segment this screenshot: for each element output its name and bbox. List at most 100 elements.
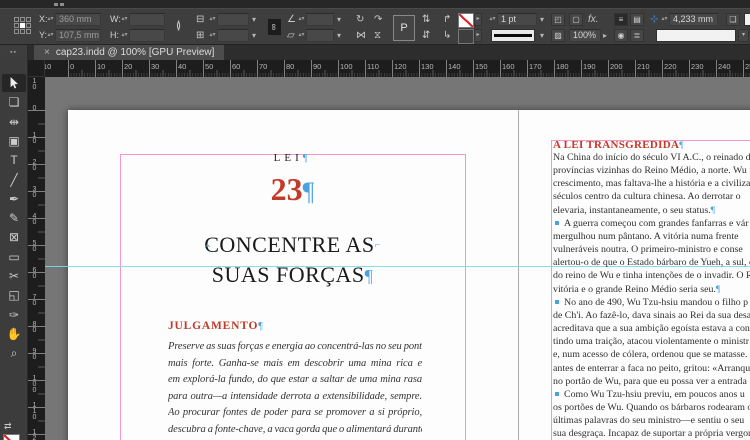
tab-close-icon[interactable]: × [44, 45, 50, 60]
scale-x-field[interactable] [217, 13, 249, 26]
stroke-color-none-swatch[interactable] [458, 13, 474, 28]
left-page-body-text[interactable]: Preserve as suas forças e energia ao con… [168, 339, 422, 439]
swatch-preview[interactable] [744, 13, 750, 26]
text-wrap-bounding-icon[interactable]: ▤ [630, 13, 644, 26]
text-line: crescimento, mas faltava-lhe a história … [553, 178, 750, 190]
text-line: sua desgraça. Incapaz de suportar a próp… [553, 428, 750, 440]
tools-panel-header[interactable]: ▪▪ [0, 45, 28, 60]
scale-y-dropdown-icon[interactable]: ▾ [252, 29, 256, 42]
ruler-label: 70 [31, 294, 38, 306]
effects-fx-icon[interactable]: fx. [588, 13, 599, 26]
gap-stepper[interactable]: ▴▾ [661, 13, 668, 26]
swap-fill-stroke-icon[interactable]: ⇄ [4, 421, 12, 432]
tab-title: cap23.indd @ 100% [GPU Preview] [55, 47, 215, 58]
no-text-wrap-icon[interactable]: ≡ [614, 13, 628, 26]
free-transform-tool[interactable]: ◱ [2, 286, 26, 304]
stroke-color-expand-button[interactable]: ▸ [474, 13, 482, 26]
stroke-weight-stepper[interactable]: ▴▾ [489, 13, 496, 26]
horizontal-ruler[interactable]: 10 0 10 20 30 40 50 60 70 80 90 100 110 120 130 140 150 1… [45, 60, 750, 77]
corner-shape-icon[interactable]: ▢ [569, 13, 583, 26]
type-tool[interactable]: T [2, 151, 26, 169]
scissors-tool[interactable]: ✂ [2, 267, 26, 285]
rectangle-frame-tool[interactable]: ⊠ [2, 228, 26, 246]
flip-along-icon[interactable]: ⇵ [422, 29, 430, 42]
opacity-expand-icon[interactable]: ▸ [603, 29, 607, 42]
h-stepper[interactable]: ▴▾ [121, 29, 128, 42]
ruler-label: 0 [70, 62, 75, 71]
vertical-ruler[interactable]: 10 0 10 20 30 40 50 60 70 80 90 100 110 120 [28, 77, 45, 440]
width-field[interactable] [129, 13, 165, 26]
gap-tool[interactable]: ⇹ [2, 113, 26, 131]
ruler-corner[interactable] [28, 60, 45, 77]
flip-horizontal-icon[interactable]: ⋈ [356, 29, 366, 42]
preset-dropdown-icon[interactable]: ▾ [738, 29, 749, 42]
scale-y-field[interactable] [217, 29, 249, 42]
shear-dropdown-icon[interactable]: ▾ [337, 29, 341, 42]
selection-tool[interactable] [2, 74, 26, 92]
wrap-around-object-icon[interactable]: ◉ [614, 29, 628, 42]
ruler-label: 220 [664, 62, 677, 71]
stroke-weight-field[interactable]: 1 pt [497, 13, 537, 26]
margin-guide-left-right-page[interactable] [551, 140, 552, 440]
reference-point-proxy[interactable] [14, 17, 31, 34]
scale-y-stepper[interactable]: ▴▾ [209, 29, 216, 42]
rotation-field[interactable] [306, 13, 334, 26]
object-style-icon[interactable]: ❑ [726, 13, 740, 26]
text-line: alertou-o de que o Estado bárbaro de Yue… [553, 257, 750, 269]
constrain-dimensions-icon[interactable]: ≬ [176, 20, 181, 33]
document-tab[interactable]: × cap23.indd @ 100% [GPU Preview] [34, 45, 225, 60]
stroke-style-dropdown-icon[interactable]: ▾ [540, 29, 544, 42]
text-line: do reino de Wu e tinha intenções de o in… [553, 270, 750, 282]
align-content-icon[interactable]: ↳ [443, 29, 451, 42]
constrain-gap-icon[interactable]: ⊹ [650, 13, 658, 26]
rotate-content-icon[interactable]: ↱ [443, 13, 451, 26]
rectangle-tool[interactable]: ▭ [2, 248, 26, 266]
margin-guide-right-left-page[interactable] [465, 154, 466, 440]
line-tool[interactable]: ╱ [2, 171, 26, 189]
flip-across-icon[interactable]: ⇅ [422, 13, 430, 26]
flip-vertical-icon[interactable]: ⧖ [374, 29, 381, 42]
fill-color-expand-button[interactable]: ▸ [474, 29, 482, 42]
rotate-cw-icon[interactable]: ↻ [356, 13, 364, 26]
stroke-weight-dropdown-icon[interactable]: ▾ [540, 13, 544, 26]
x-stepper[interactable]: ▴▾ [47, 13, 54, 26]
pencil-tool[interactable]: ✎ [2, 209, 26, 227]
pen-tool[interactable]: ✒ [2, 190, 26, 208]
corner-options-icon[interactable]: ◰ [551, 13, 565, 26]
y-position-field[interactable]: 107,5 mm [55, 29, 101, 42]
fill-none-swatch[interactable] [3, 434, 20, 440]
rotation-dropdown-icon[interactable]: ▾ [337, 13, 341, 26]
line-break-mark: ⌐ [374, 240, 381, 251]
rotation-stepper[interactable]: ▴▾ [298, 13, 305, 26]
w-stepper[interactable]: ▴▾ [121, 13, 128, 26]
scale-x-dropdown-icon[interactable]: ▾ [252, 13, 256, 26]
stroke-style-dropdown[interactable] [491, 29, 535, 42]
shear-field[interactable] [306, 29, 334, 42]
scale-x-stepper[interactable]: ▴▾ [209, 13, 216, 26]
document-canvas[interactable]: LEI¶ 23¶ CONCENTRE AS⌐ SUAS FORÇAS¶ ˆ JU… [45, 77, 750, 440]
jump-object-icon[interactable]: ≣ [630, 29, 644, 42]
height-field[interactable] [129, 29, 165, 42]
ruler-label: 0 [31, 105, 38, 111]
link-scale-icon[interactable]: ∞ [268, 19, 281, 35]
right-page-body-text[interactable]: Na China do início do século VI A.C., o … [553, 151, 750, 440]
h-label: H: [110, 30, 119, 40]
content-collector-tool[interactable]: ▣ [2, 132, 26, 150]
y-stepper[interactable]: ▴▾ [47, 29, 54, 42]
chapter-title-line2: SUAS FORÇAS¶ [211, 262, 374, 287]
direct-selection-tool[interactable]: ❏ [2, 93, 26, 111]
x-position-field[interactable]: 360 mm [55, 13, 101, 26]
hand-tool[interactable]: ✋ [2, 325, 26, 343]
opacity-field[interactable]: 100% [569, 29, 601, 42]
preset-dropdown[interactable] [656, 29, 736, 42]
ruler-label: 110 [31, 402, 38, 420]
zoom-tool[interactable]: ⌕ [2, 344, 26, 362]
rotate-ccw-icon[interactable]: ↷ [374, 13, 382, 26]
gap-value-field[interactable]: 4,233 mm [669, 13, 718, 26]
ruler-label: 10 [97, 62, 106, 71]
ruler-label: 210 [637, 62, 650, 71]
shear-stepper[interactable]: ▴▾ [298, 29, 305, 42]
fill-color-swatch[interactable] [458, 29, 474, 44]
pilcrow-mark: ¶ [710, 204, 716, 216]
eyedropper-tool[interactable]: ✑ [2, 306, 26, 324]
